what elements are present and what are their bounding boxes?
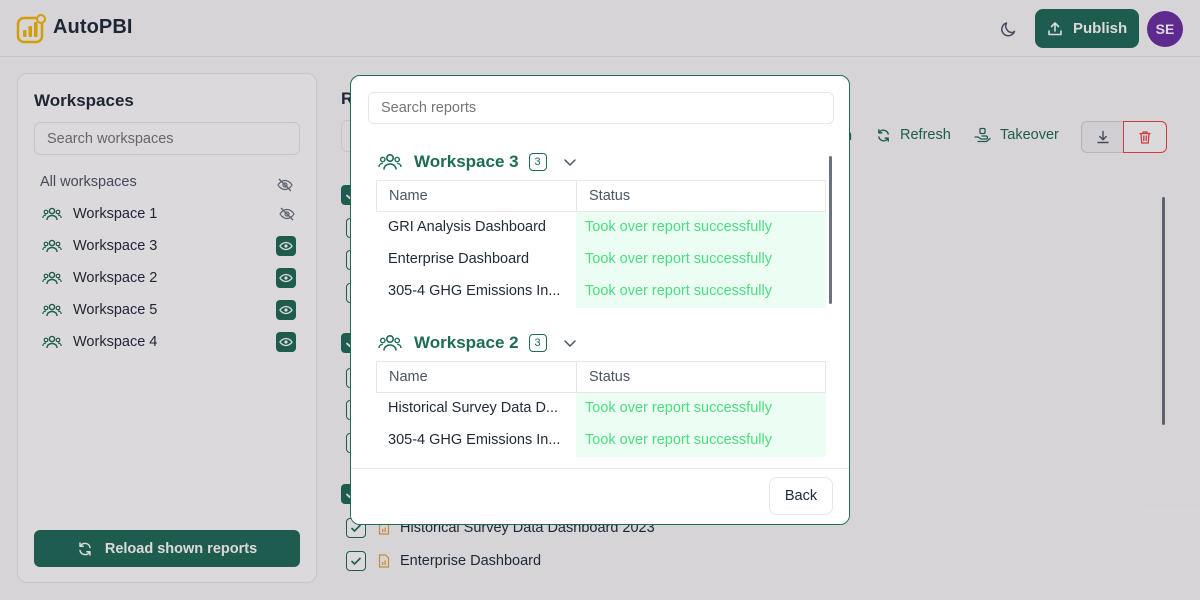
column-header-name: Name [377,181,577,211]
table-row: Historical Survey Data D... Took over re… [376,393,826,425]
table-row: Enterprise Dashboard Took over report su… [376,244,826,276]
chevron-down-icon[interactable] [563,338,577,348]
group-header-workspace-3[interactable]: Workspace 3 3 [378,149,577,175]
group-name: Workspace 2 [414,333,519,352]
column-header-name: Name [377,362,577,392]
column-header-status: Status [589,188,631,204]
table-header: Name Status [376,361,826,393]
group-header-workspace-2[interactable]: Workspace 2 3 [378,330,577,356]
users-icon [378,334,402,351]
modal-scrollbar[interactable] [829,156,832,304]
results-table: Name Status GRI Analysis Dashboard Took … [376,180,826,308]
group-name: Workspace 3 [414,152,519,171]
report-name-cell: 305-4 GHG Emissions In... [388,432,561,448]
results-scroll-area[interactable]: Workspace 3 3 Name Status GRI Analysis D… [351,136,849,468]
status-cell: Took over report successfully [576,212,826,244]
takeover-results-modal: Workspace 3 3 Name Status GRI Analysis D… [350,75,850,525]
report-name-cell: GRI Analysis Dashboard [388,219,546,235]
report-name-cell: 305-4 GHG Emissions In... [388,283,561,299]
results-table: Name Status Historical Survey Data D... … [376,361,826,457]
report-search-input[interactable] [368,92,834,124]
column-header-status: Status [589,369,631,385]
table-row: 305-4 GHG Emissions In... Took over repo… [376,425,826,457]
back-button[interactable]: Back [769,477,833,515]
users-icon [378,153,402,170]
report-name-cell: Historical Survey Data D... [388,400,559,416]
modal-footer: Back [351,468,849,524]
table-header: Name Status [376,180,826,212]
status-cell: Took over report successfully [576,244,826,276]
group-count-badge: 3 [528,153,547,171]
report-name-cell: Enterprise Dashboard [388,251,530,267]
group-count-badge: 3 [528,334,547,352]
table-row: GRI Analysis Dashboard Took over report … [376,212,826,244]
chevron-down-icon[interactable] [563,157,577,167]
status-cell: Took over report successfully [576,276,826,308]
table-row: 305-4 GHG Emissions In... Took over repo… [376,276,826,308]
status-cell: Took over report successfully [576,425,826,457]
status-cell: Took over report successfully [576,393,826,425]
